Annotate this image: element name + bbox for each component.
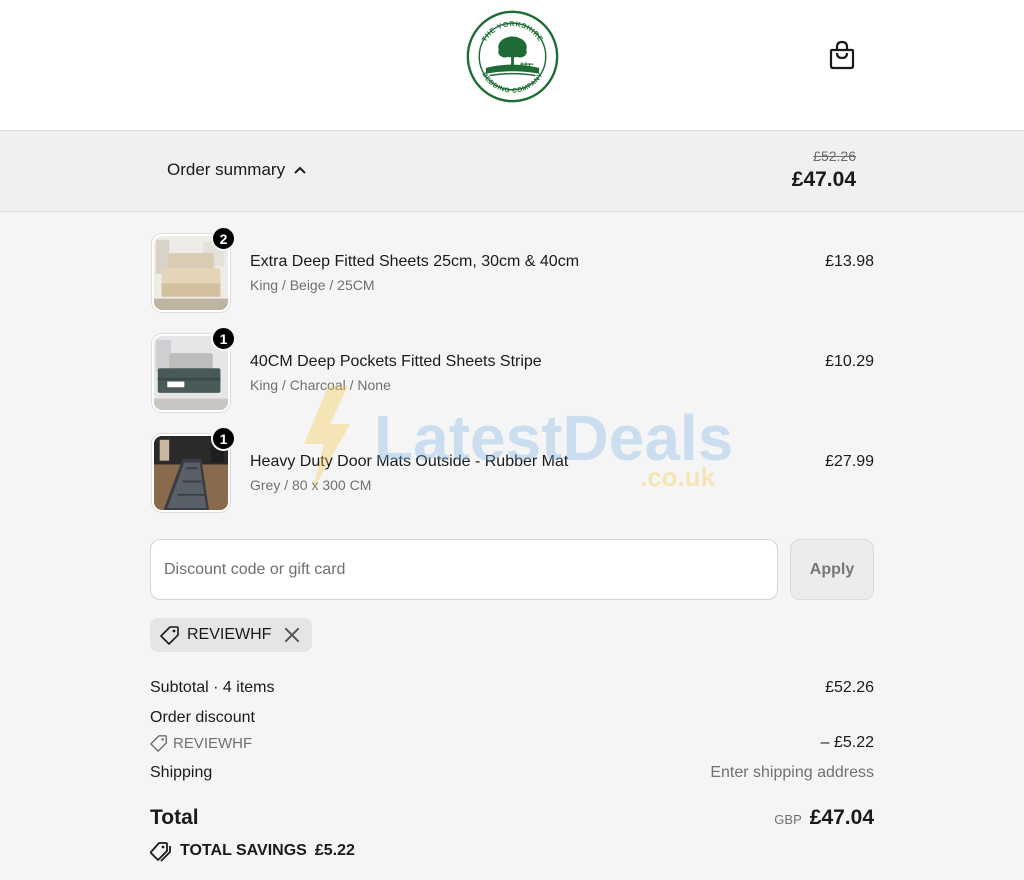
summary-total-price: £47.04: [791, 168, 856, 191]
product-variant: King / Beige / 25CM: [250, 277, 375, 293]
total-savings: TOTAL SAVINGS £5.22: [150, 840, 355, 862]
total-value: £47.04: [809, 806, 874, 829]
line-item: 1 Heavy Duty Door Mats Outside - Rubber …: [150, 426, 874, 516]
order-summary-toggle[interactable]: Order summary: [167, 160, 307, 180]
order-summary-content: 2 Extra Deep Fitted Sheets 25cm, 30cm & …: [0, 212, 1024, 880]
order-discount-code: REVIEWHF: [150, 734, 252, 752]
shipping-label: Shipping: [150, 764, 213, 781]
apply-discount-button[interactable]: Apply: [790, 539, 874, 600]
subtotal-value: £52.26: [825, 679, 874, 696]
order-summary-label: Order summary: [167, 160, 286, 179]
order-summary-bar: Order summary £52.26 £47.04: [0, 131, 1024, 212]
quantity-badge: 1: [211, 426, 236, 451]
applied-discount-chip: REVIEWHF: [150, 618, 313, 652]
total-savings-value: £5.22: [314, 842, 355, 859]
quantity-badge: 2: [211, 226, 236, 251]
line-item: 2 Extra Deep Fitted Sheets 25cm, 30cm & …: [150, 226, 874, 316]
discount-code-input[interactable]: [150, 539, 778, 600]
tag-icon: [160, 626, 179, 645]
order-discount-value: – £5.22: [820, 734, 874, 751]
original-price: £52.26: [813, 148, 856, 164]
total-currency: GBP: [774, 812, 802, 827]
tags-icon: [150, 842, 171, 862]
product-price: £10.29: [825, 353, 874, 370]
close-icon[interactable]: [282, 625, 302, 645]
product-title: Heavy Duty Door Mats Outside - Rubber Ma…: [250, 453, 569, 470]
order-discount-label: Order discount: [150, 709, 255, 726]
product-price: £27.99: [825, 453, 874, 470]
product-variant: King / Charcoal / None: [250, 377, 391, 393]
quantity-badge: 1: [211, 326, 236, 351]
product-variant: Grey / 80 x 300 CM: [250, 477, 372, 493]
line-item: 1 40CM Deep Pockets Fitted Sheets Stripe…: [150, 326, 874, 416]
tag-icon: [150, 735, 167, 752]
applied-discount-code: REVIEWHF: [187, 626, 272, 643]
order-discount-code-text: REVIEWHF: [173, 734, 253, 752]
brand-logo[interactable]: THE YORKSHIRE BEDDING COMPANY: [465, 9, 560, 104]
shopping-bag-icon[interactable]: [828, 40, 856, 70]
site-header: THE YORKSHIRE BEDDING COMPANY: [0, 0, 1024, 131]
total-label: Total: [150, 806, 199, 829]
subtotal-label: Subtotal · 4 items: [150, 679, 275, 696]
total-amount: GBP £47.04: [774, 806, 874, 830]
shipping-value: Enter shipping address: [710, 764, 874, 781]
total-savings-label: TOTAL SAVINGS: [180, 842, 307, 859]
product-title: Extra Deep Fitted Sheets 25cm, 30cm & 40…: [250, 253, 580, 270]
chevron-up-icon: [294, 166, 306, 174]
product-title: 40CM Deep Pockets Fitted Sheets Stripe: [250, 353, 542, 370]
product-price: £13.98: [825, 253, 874, 270]
